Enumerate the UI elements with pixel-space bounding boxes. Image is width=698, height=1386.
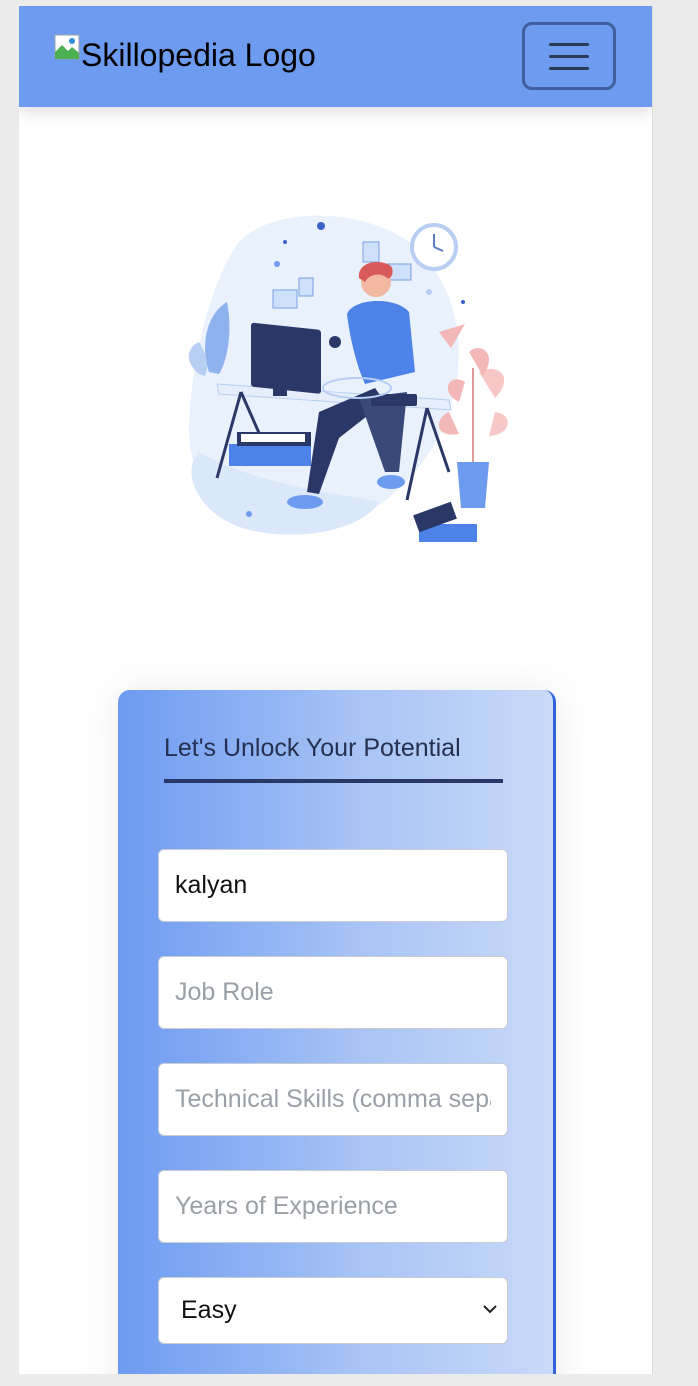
difficulty-selected-value: Easy <box>181 1296 237 1324</box>
hamburger-menu-icon-bar <box>549 54 589 58</box>
person-working-at-desk-illustration <box>188 215 508 542</box>
logo-alt-text: Skillopedia Logo <box>81 36 316 73</box>
hamburger-menu-button[interactable] <box>522 22 616 90</box>
name-input[interactable] <box>158 849 508 922</box>
difficulty-select[interactable]: Easy <box>158 1277 508 1344</box>
form-title: Let's Unlock Your Potential <box>164 734 461 762</box>
chevron-down-icon <box>483 1305 497 1314</box>
years-of-experience-input[interactable] <box>158 1170 508 1243</box>
broken-image-icon <box>54 34 80 60</box>
navbar: Skillopedia Logo <box>19 6 652 107</box>
title-underline <box>164 779 503 783</box>
page: Skillopedia Logo Let's Unlock Your Poten… <box>19 6 653 1374</box>
hamburger-menu-icon-bar <box>549 42 589 46</box>
potential-form: Let's Unlock Your Potential Easy <box>118 690 556 1374</box>
technical-skills-input[interactable] <box>158 1063 508 1136</box>
hamburger-menu-icon-bar <box>549 66 589 70</box>
brand-logo[interactable]: Skillopedia Logo <box>54 33 316 77</box>
job-role-input[interactable] <box>158 956 508 1029</box>
